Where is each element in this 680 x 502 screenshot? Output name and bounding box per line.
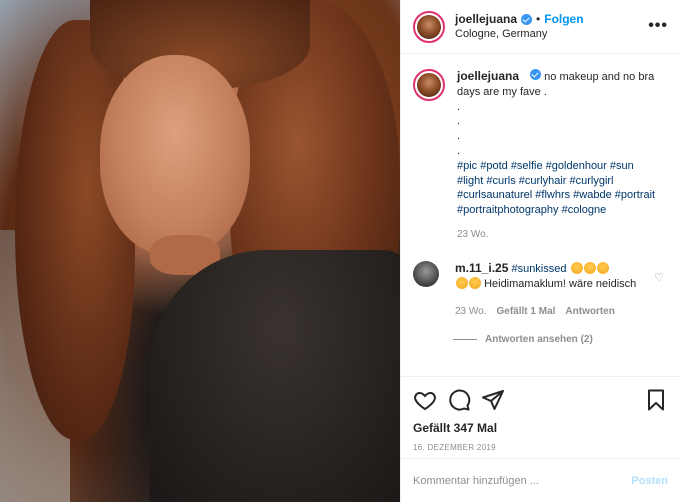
heart-outline-icon[interactable]: ♡: [654, 271, 664, 284]
caption: joellejuana no makeup and no bra days ar…: [413, 69, 668, 243]
likes-count[interactable]: Gefällt 347 Mal: [413, 421, 668, 435]
follow-button[interactable]: Folgen: [544, 12, 583, 28]
replies-line: [453, 339, 477, 341]
commenter-username[interactable]: m.11_i.25: [455, 261, 508, 275]
commenter-avatar[interactable]: [413, 260, 439, 287]
comments-list[interactable]: joellejuana no makeup and no bra days ar…: [401, 55, 680, 375]
photo-hair-left: [15, 20, 135, 440]
verified-badge-icon: [521, 13, 533, 25]
reply-button[interactable]: Antworten: [565, 305, 614, 320]
comment-hashtag[interactable]: #sunkissed: [511, 263, 566, 275]
post-location[interactable]: Cologne, Germany: [455, 27, 584, 41]
author-avatar[interactable]: [413, 10, 445, 43]
caption-avatar[interactable]: [413, 69, 445, 101]
comment-item: m.11_i.25 #sunkissed Heidimamaklum! wäre…: [413, 260, 668, 320]
emoji-icon: [596, 261, 609, 274]
post-side-panel: joellejuana • Folgen Cologne, Germany ••…: [400, 0, 680, 502]
photo-face: [100, 55, 250, 255]
emoji-icon: [583, 261, 596, 274]
view-replies-button[interactable]: Antworten ansehen (2): [453, 334, 668, 345]
caption-hashtags[interactable]: #pic #potd #selfie #goldenhour #sun #lig…: [457, 159, 657, 218]
caption-dot: .: [457, 100, 461, 113]
post-actions: Gefällt 347 Mal 16. DEZEMBER 2019: [401, 376, 680, 458]
post-header: joellejuana • Folgen Cologne, Germany ••…: [401, 0, 680, 54]
separator-dot: •: [536, 11, 541, 26]
post-button[interactable]: Posten: [631, 475, 668, 487]
add-comment-bar: Posten: [401, 458, 680, 502]
comment-age[interactable]: 23 Wo.: [455, 305, 487, 320]
comment-input[interactable]: [413, 474, 632, 487]
comment-likes[interactable]: Gefällt 1 Mal: [497, 305, 556, 320]
view-replies-label: Antworten ansehen (2): [485, 334, 593, 346]
caption-dot: .: [457, 130, 461, 143]
emoji-icon: [469, 276, 481, 289]
caption-dot: .: [457, 115, 461, 128]
caption-username[interactable]: joellejuana: [457, 69, 519, 83]
emoji-icon: [456, 276, 468, 289]
photo-coat: [150, 250, 400, 502]
post-date: 16. DEZEMBER 2019: [413, 443, 496, 452]
caption-dot: .: [457, 144, 461, 157]
bookmark-icon[interactable]: [644, 388, 668, 412]
caption-age[interactable]: 23 Wo.: [457, 228, 657, 243]
comment-icon[interactable]: [447, 388, 471, 412]
comment-text: Heidimamaklum! wäre neidisch: [484, 277, 637, 290]
share-icon[interactable]: [481, 388, 505, 412]
author-username[interactable]: joellejuana: [455, 12, 517, 28]
more-horizontal-icon[interactable]: •••: [648, 17, 668, 35]
heart-icon[interactable]: [413, 388, 437, 412]
verified-badge-icon: [530, 69, 542, 80]
post-photo[interactable]: [0, 0, 400, 502]
emoji-icon: [570, 261, 583, 274]
